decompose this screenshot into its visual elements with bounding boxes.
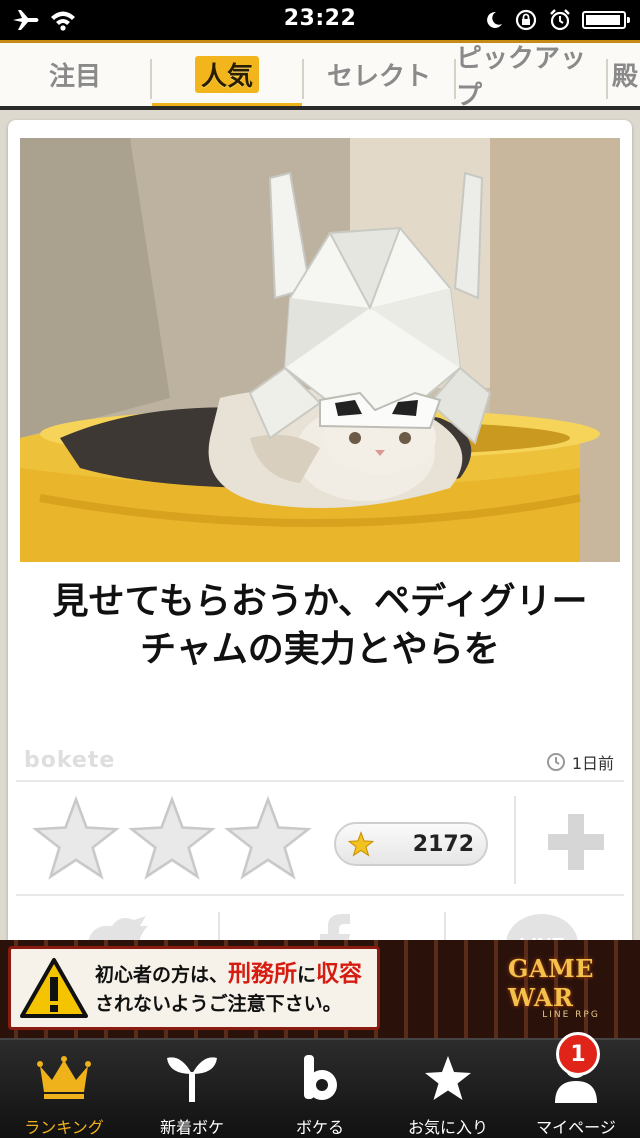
star-count-badge: 2172 xyxy=(334,822,488,866)
warning-icon xyxy=(20,958,88,1018)
tab-ranking[interactable]: ランキング xyxy=(0,1040,128,1138)
game-war-logo: GAME WAR LINE RPG xyxy=(508,954,600,1020)
tab-favorites[interactable]: お気に入り xyxy=(384,1040,512,1138)
cat-photo xyxy=(20,138,620,562)
sprout-icon xyxy=(167,1057,217,1102)
post-image[interactable] xyxy=(20,138,620,562)
post-caption: 見せてもらおうか、ペディグリーチャムの実力とやらを xyxy=(52,581,588,670)
moon-icon xyxy=(487,11,502,28)
bottom-tab-bar: ランキング 新着ボケ ボケる お気に入り 1 マイページ xyxy=(0,1032,640,1138)
divider xyxy=(16,894,624,896)
tab-my-page[interactable]: 1 マイページ xyxy=(512,1032,640,1138)
tab-attention[interactable]: 注目 xyxy=(0,43,150,106)
tab-select[interactable]: セレクト xyxy=(304,43,454,106)
rate-star-3-icon[interactable] xyxy=(224,796,312,880)
time-ago-label: 1日前 xyxy=(571,754,614,773)
alarm-icon xyxy=(550,9,570,31)
status-bar: 23:22 xyxy=(0,0,640,40)
tab-boke-post[interactable]: ボケる xyxy=(256,1040,384,1138)
ad-subline: されないようご注意下さい。 xyxy=(95,992,342,1015)
active-tab-indicator xyxy=(152,103,302,106)
add-plus-icon[interactable] xyxy=(544,810,608,874)
crown-icon xyxy=(37,1056,91,1099)
bokete-b-icon xyxy=(304,1055,337,1100)
bokete-logo: bokete xyxy=(24,748,116,773)
divider xyxy=(514,796,516,884)
battery-icon xyxy=(582,11,630,29)
tab-new-boke[interactable]: 新着ボケ xyxy=(128,1040,256,1138)
tab-divider xyxy=(606,59,608,99)
tab-hall-of-fame[interactable]: 殿 xyxy=(612,43,640,106)
star-icon xyxy=(425,1056,471,1100)
post-card: 見せてもらおうか、ペディグリーチャムの実力とやらを bokete 1日前 217… xyxy=(8,120,632,980)
ad-banner[interactable]: 初心者の方は、刑務所に収容 されないようご注意下さい。 GAME WAR LIN… xyxy=(0,940,640,1038)
rotation-lock-icon xyxy=(515,9,537,31)
rate-star-1-icon[interactable] xyxy=(32,796,120,880)
post-timestamp: 1日前 xyxy=(546,750,614,774)
ad-headline: 初心者の方は、刑務所に収容 xyxy=(95,960,363,987)
tab-pickup[interactable]: ピックアップ xyxy=(456,43,606,107)
divider xyxy=(16,780,624,782)
tab-popular[interactable]: 人気 xyxy=(152,43,302,106)
rate-star-2-icon[interactable] xyxy=(128,796,216,880)
category-tab-bar: 注目 人気 セレクト ピックアップ 殿 xyxy=(0,40,640,110)
notification-badge: 1 xyxy=(556,1032,600,1076)
ad-message-box: 初心者の方は、刑務所に収容 されないようご注意下さい。 xyxy=(8,946,380,1030)
gold-star-icon xyxy=(348,831,374,857)
star-count: 2172 xyxy=(412,831,474,857)
clock-icon xyxy=(546,753,565,771)
